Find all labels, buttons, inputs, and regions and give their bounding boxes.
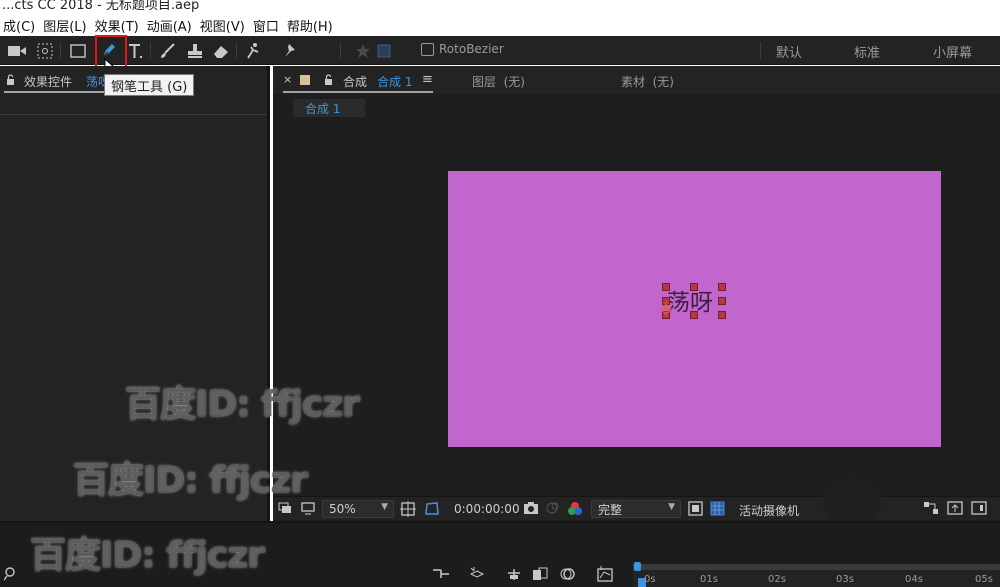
exposure-icon[interactable] <box>971 501 987 515</box>
watermark-text: 百度ID: ffjczr <box>30 535 265 576</box>
checkbox-box[interactable] <box>421 42 434 56</box>
time-tick: 02s <box>768 574 786 585</box>
snapshot-camera-icon[interactable] <box>523 501 539 515</box>
toolbar-separator <box>236 42 237 59</box>
channel-rgb-icon[interactable] <box>567 501 583 517</box>
shy-layers-icon[interactable] <box>505 567 523 581</box>
resolution-value: 完整 <box>598 502 623 517</box>
menu-composition[interactable]: 成(C) <box>0 16 40 35</box>
current-timecode[interactable]: 0:00:00:00 <box>454 502 520 516</box>
lock-icon[interactable] <box>6 74 15 85</box>
obscured-region <box>822 478 882 524</box>
footage-viewer-tab[interactable]: 素材 (无) <box>621 73 674 90</box>
panel-divider <box>0 114 267 115</box>
window-title: ...cts CC 2018 - 无标题项目.aep <box>2 0 200 13</box>
search-icon[interactable] <box>4 567 20 581</box>
composition-breadcrumb[interactable]: 合成 1 <box>293 99 365 117</box>
work-area-bar[interactable] <box>633 564 1000 570</box>
time-tick: 01s <box>700 574 718 585</box>
zoom-dropdown[interactable]: 50% ▼ <box>322 500 394 518</box>
reset-exposure-icon[interactable] <box>947 501 963 515</box>
time-tick: 05s <box>975 574 993 585</box>
rectangle-tool-icon[interactable] <box>67 40 89 61</box>
zoom-value: 50% <box>329 502 356 516</box>
menu-layer[interactable]: 图层(L) <box>40 16 91 35</box>
toolbar-separator <box>60 42 61 59</box>
panel-menu-icon[interactable]: ≡ <box>422 72 433 87</box>
pen-tool-tooltip: 钢笔工具 (G) <box>104 74 195 96</box>
draft-3d-icon[interactable] <box>468 565 486 583</box>
active-tab-underline <box>283 91 433 93</box>
bounding-box-handle[interactable] <box>718 297 726 305</box>
workspace-small-screen[interactable]: 小屏幕 <box>933 42 972 61</box>
transparency-grid-icon[interactable] <box>710 501 725 516</box>
show-snapshot-icon[interactable] <box>545 501 559 515</box>
rotobezier-label: RotoBezier <box>439 42 504 56</box>
toolbar-separator <box>340 42 341 59</box>
toolbar-separator <box>760 42 761 59</box>
bounding-box-handle[interactable] <box>718 311 726 319</box>
resolution-dropdown[interactable]: 完整 ▼ <box>591 500 681 518</box>
region-of-interest-icon[interactable] <box>688 501 703 516</box>
roto-brush-tool-icon[interactable] <box>243 40 265 61</box>
puppet-pin-tool-icon[interactable] <box>278 40 300 61</box>
bounding-box-handle[interactable] <box>690 283 698 291</box>
monitor-icon[interactable] <box>301 501 315 515</box>
bounding-box-handle[interactable] <box>718 283 726 291</box>
rotobezier-checkbox[interactable]: RotoBezier <box>421 42 504 56</box>
layer-viewer-tab[interactable]: 图层 (无) <box>472 73 525 90</box>
anchor-point-icon[interactable] <box>659 302 673 316</box>
menu-window[interactable]: 窗口 <box>250 16 284 35</box>
pan-behind-tool-icon[interactable] <box>34 40 56 61</box>
flowchart-icon[interactable] <box>923 501 939 515</box>
effect-controls-label: 效果控件 <box>24 75 73 89</box>
menu-animation[interactable]: 动画(A) <box>144 16 197 35</box>
frame-blending-icon[interactable] <box>532 567 548 581</box>
menu-effect[interactable]: 效果(T) <box>92 16 144 35</box>
close-icon[interactable]: × <box>283 73 292 86</box>
viewer-tab-bar: × 合成 合成 1 ≡ 图层 (无) 素材 (无) <box>273 66 1000 94</box>
chevron-down-icon: ▼ <box>381 502 388 512</box>
clone-stamp-tool-icon[interactable] <box>184 40 206 61</box>
watermark-text: 百度ID: ffjczr <box>73 460 308 501</box>
graph-editor-icon[interactable] <box>597 566 613 582</box>
toolbar-separator <box>150 42 151 59</box>
workspace-default[interactable]: 默认 <box>776 42 802 61</box>
fit-icon[interactable] <box>400 501 416 517</box>
chevron-down-icon: ▼ <box>668 502 675 512</box>
comp-flowchart-icon[interactable] <box>432 567 450 581</box>
work-area-start-handle[interactable] <box>634 562 641 571</box>
composition-tab-name[interactable]: 合成 1 <box>377 73 412 90</box>
tools-panel: RotoBezier 默认 标准 小屏幕 <box>0 36 1000 65</box>
camera-view-dropdown[interactable]: 活动摄像机 <box>739 502 799 519</box>
mask-visibility-icon[interactable] <box>424 501 440 517</box>
camera-tool-icon[interactable] <box>6 40 28 61</box>
active-tab-underline <box>4 91 104 93</box>
snapping-icon[interactable] <box>373 40 395 61</box>
text-tool-icon[interactable] <box>124 40 146 61</box>
menu-bar: 成(C) 图层(L) 效果(T) 动画(A) 视图(V) 窗口 帮助(H) <box>0 14 1000 36</box>
watermark-text: 百度ID: ffjczr <box>125 384 360 425</box>
motion-blur-icon[interactable] <box>560 566 576 582</box>
time-tick: 03s <box>836 574 854 585</box>
always-preview-icon[interactable] <box>278 501 292 515</box>
bounding-box-handle[interactable] <box>662 283 670 291</box>
workspace-standard[interactable]: 标准 <box>854 42 880 61</box>
time-tick: 0s <box>644 574 656 585</box>
star-icon[interactable] <box>352 40 374 61</box>
composition-tab-label[interactable]: 合成 <box>343 73 367 90</box>
menu-view[interactable]: 视图(V) <box>197 16 250 35</box>
brush-tool-icon[interactable] <box>157 40 179 61</box>
composition-color-swatch <box>300 75 310 85</box>
viewer-controls-bar: 50% ▼ 0:00:00:00 完整 ▼ 活动摄像机 <box>273 496 1000 520</box>
lock-icon[interactable] <box>324 74 333 85</box>
time-tick: 04s <box>905 574 923 585</box>
window-title-bar: ...cts CC 2018 - 无标题项目.aep <box>0 0 1000 14</box>
bounding-box-handle[interactable] <box>690 311 698 319</box>
menu-help[interactable]: 帮助(H) <box>284 16 338 35</box>
eraser-tool-icon[interactable] <box>210 40 232 61</box>
